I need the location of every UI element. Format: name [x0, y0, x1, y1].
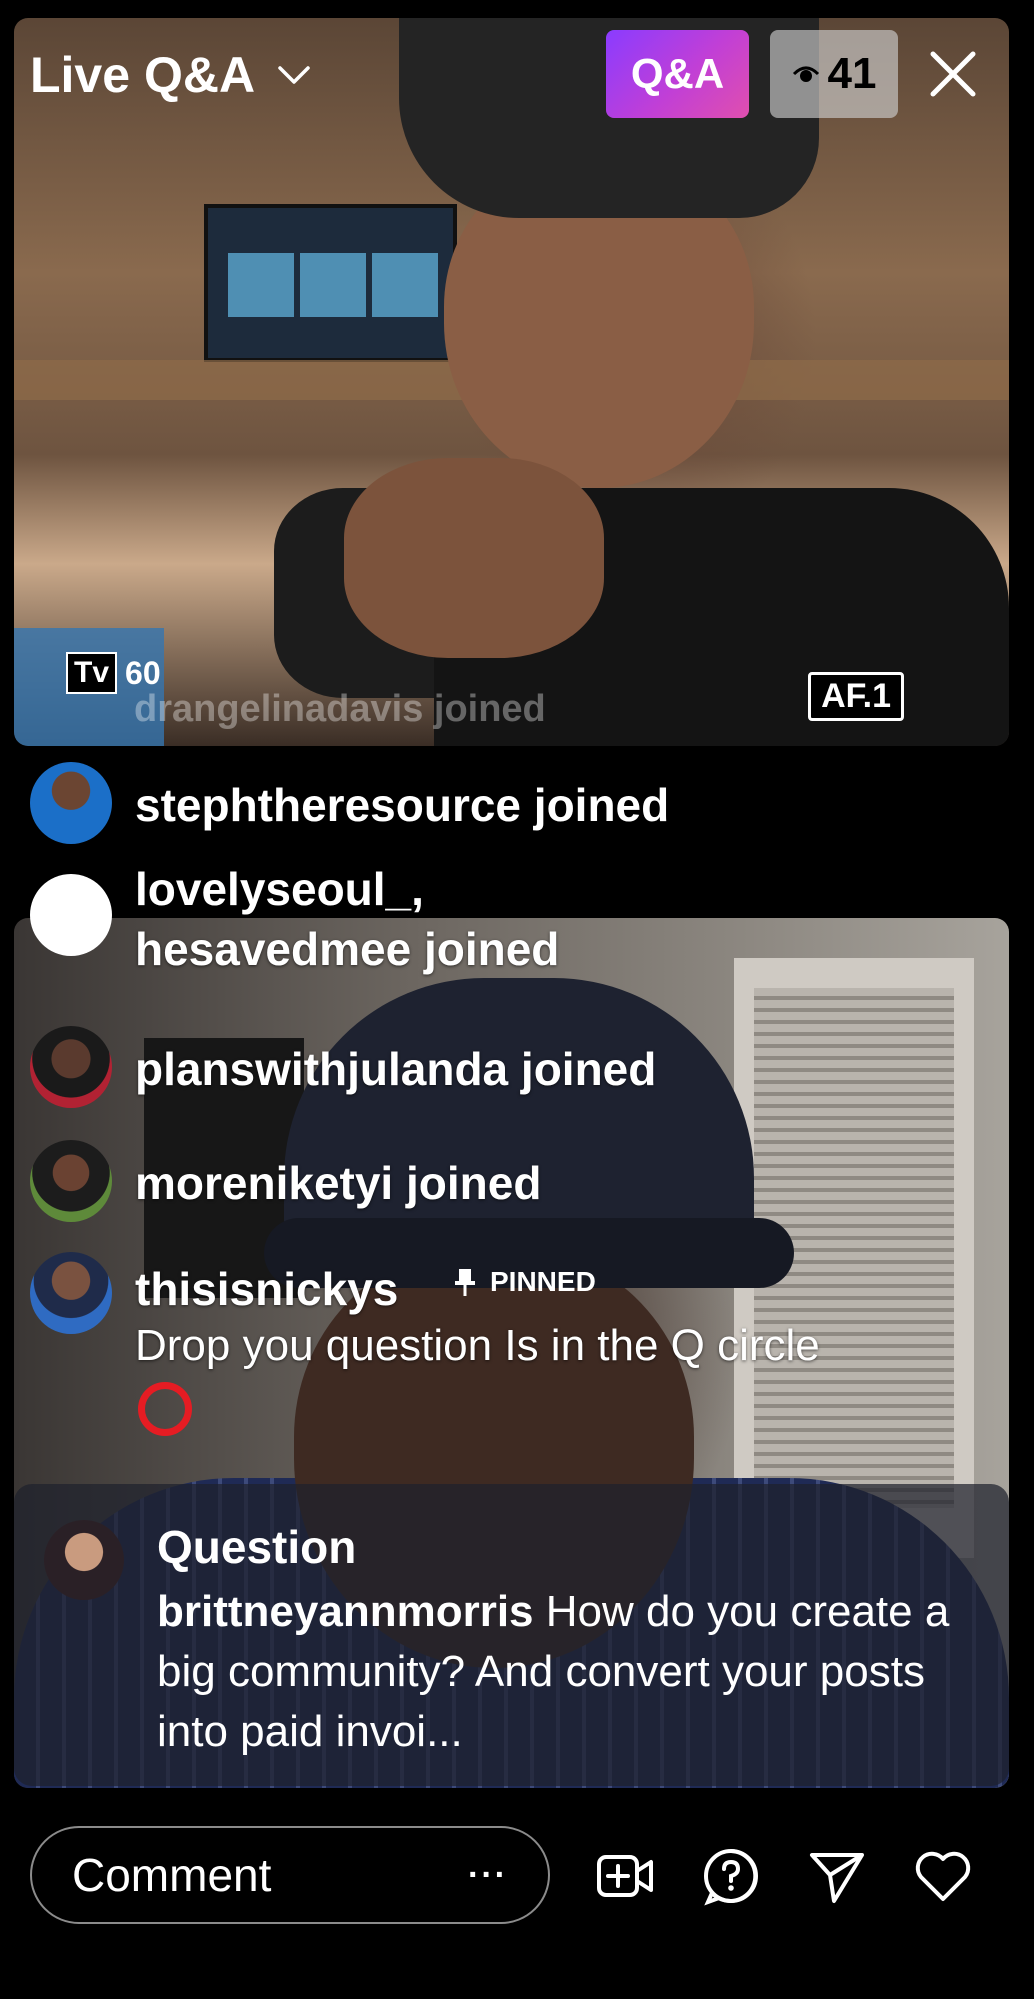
- join-comment: lovelyseoul_,: [135, 863, 424, 915]
- comment-input[interactable]: Comment ···: [30, 1826, 550, 1924]
- tv-value: 60: [125, 654, 161, 691]
- eye-icon: [792, 66, 819, 82]
- avatar[interactable]: [30, 874, 112, 956]
- viewer-count: 41: [827, 49, 877, 98]
- heart-icon[interactable]: [912, 1845, 974, 1907]
- join-comment: planswithjulanda joined: [135, 1043, 657, 1095]
- question-avatar: [44, 1520, 124, 1600]
- qa-button[interactable]: Q&A: [606, 30, 749, 118]
- close-icon[interactable]: [925, 46, 981, 102]
- pin-icon: [455, 1269, 475, 1296]
- join-comment: hesavedmee joined: [135, 923, 560, 975]
- add-video-guest-icon[interactable]: [594, 1845, 656, 1907]
- avatar[interactable]: [30, 1026, 112, 1108]
- chevron-down-icon: [278, 66, 310, 84]
- avatar[interactable]: [30, 762, 112, 844]
- question-label: Question: [157, 1521, 357, 1573]
- avatar[interactable]: [30, 1140, 112, 1222]
- pinned-label: PINNED: [490, 1266, 596, 1297]
- more-options-icon[interactable]: ···: [468, 1856, 508, 1895]
- question-icon[interactable]: [700, 1845, 762, 1907]
- question-username: brittneyannmorris: [157, 1587, 534, 1636]
- guest-cap: [284, 978, 754, 1258]
- pinned-badge: PINNED: [452, 1266, 596, 1298]
- tv-badge: Tv: [66, 652, 118, 694]
- join-comment: moreniketyi joined: [135, 1157, 542, 1209]
- camera-tv-readout: Tv 60: [66, 652, 161, 694]
- fading-join-notice: drangelinadavis joined: [134, 688, 546, 730]
- host-video-feed: drangelinadavis joined Tv 60 AF.1: [14, 18, 1009, 746]
- red-circle-emoji: [138, 1382, 192, 1436]
- join-comment: stephtheresource joined: [135, 779, 670, 831]
- viewer-count-badge[interactable]: 41: [770, 30, 898, 118]
- avatar[interactable]: [30, 1252, 112, 1334]
- question-body: brittneyannmorris How do you create a bi…: [157, 1582, 977, 1762]
- live-title-dropdown[interactable]: Live Q&A: [30, 46, 311, 104]
- pinned-comment-message: Drop you question Is in the Q circle: [135, 1321, 820, 1370]
- question-card[interactable]: Question brittneyannmorris How do you cr…: [14, 1484, 1009, 1786]
- pinned-comment-username: thisisnickys: [135, 1263, 399, 1315]
- live-title: Live Q&A: [30, 47, 256, 103]
- background-tv: [204, 204, 457, 362]
- comment-placeholder: Comment: [72, 1849, 272, 1901]
- af-badge: AF.1: [808, 672, 904, 721]
- host-hand: [344, 458, 604, 658]
- share-icon[interactable]: [806, 1845, 868, 1907]
